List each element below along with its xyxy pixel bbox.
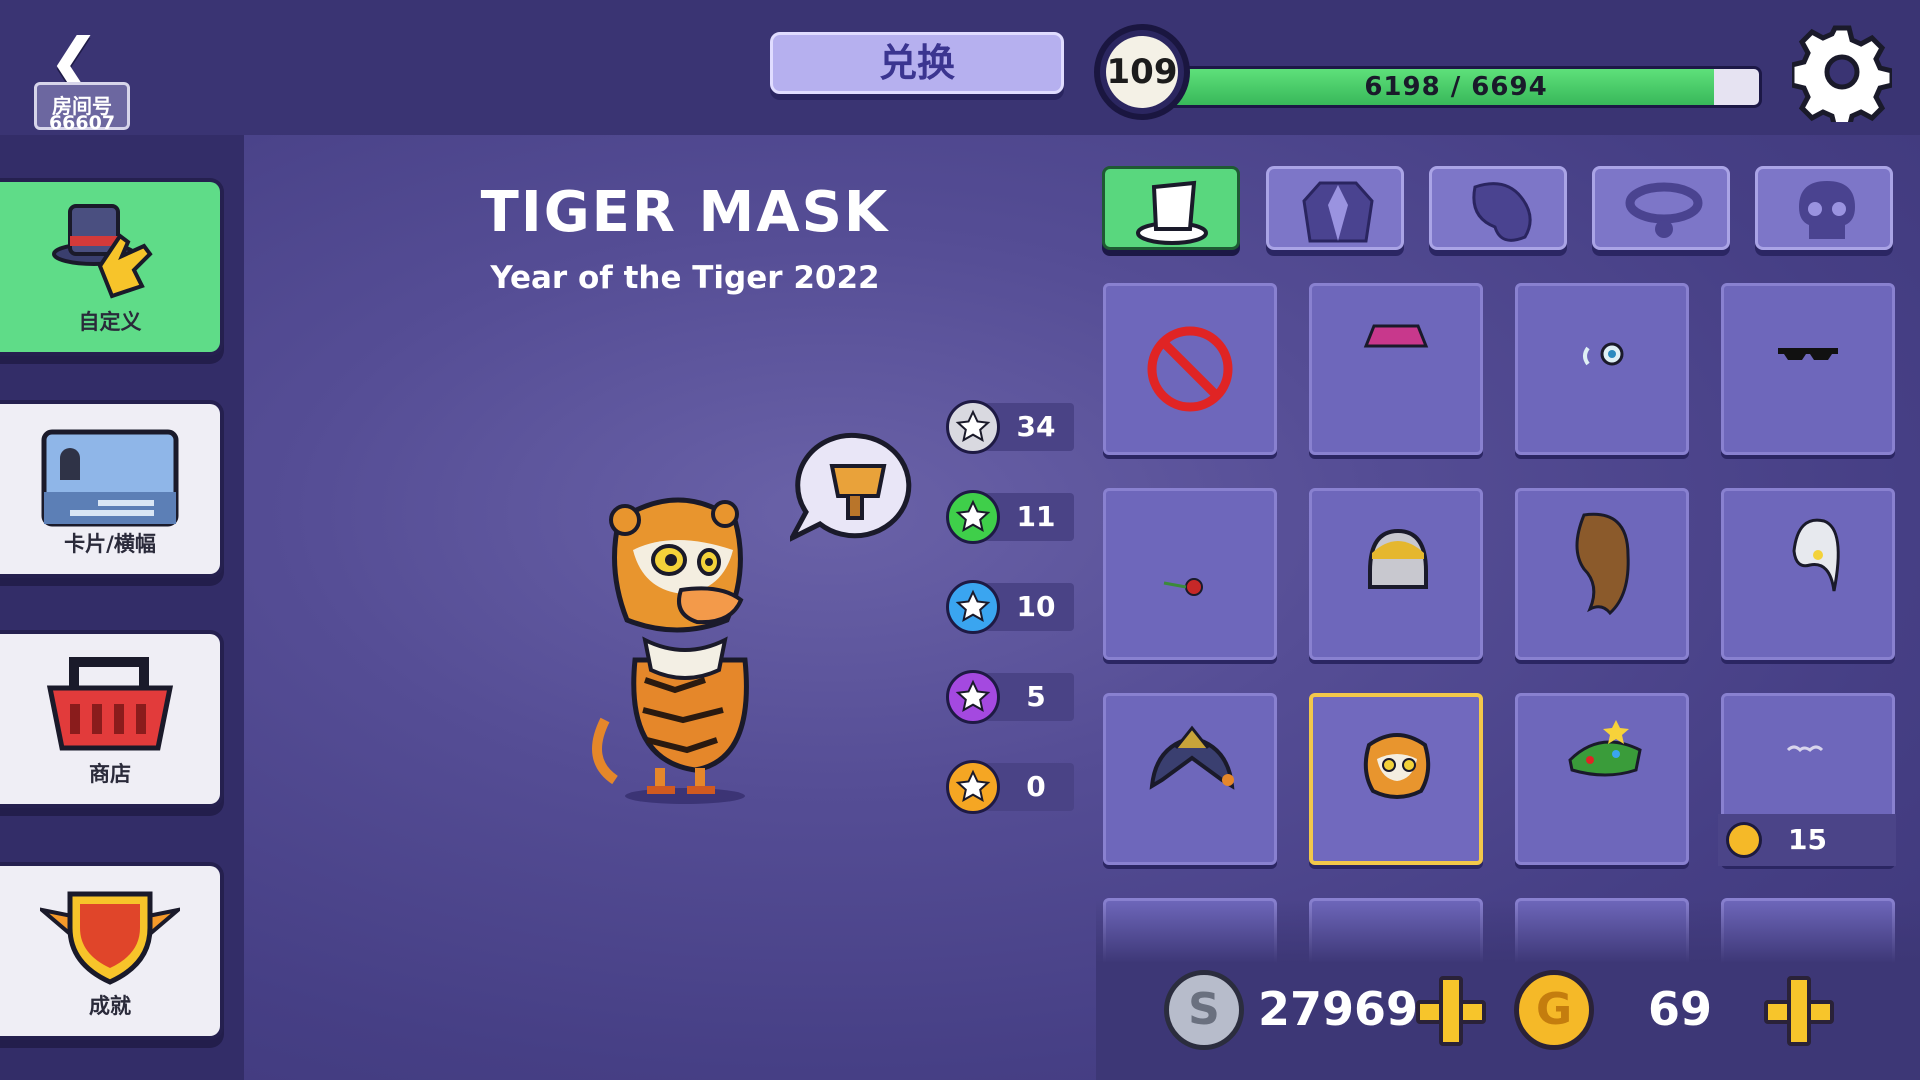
gold-coin-icon (1726, 822, 1762, 858)
top-hat-icon (1136, 180, 1208, 245)
xp-bar: 6198 / 6694 (1150, 66, 1762, 108)
tab-masks[interactable] (1755, 166, 1893, 250)
star-count: 0 (1026, 770, 1046, 803)
brown-hair-icon (1575, 512, 1630, 616)
star-count: 10 (1016, 590, 1056, 623)
duck-character-tiger-mask (592, 497, 749, 804)
star-icon (946, 490, 1000, 544)
sidebar-item-label: 卡片/横幅 (64, 532, 156, 556)
id-card-icon (41, 429, 179, 527)
sunglasses-icon (1778, 348, 1838, 360)
star-currency-blue: 10 (946, 580, 1074, 634)
sidebar-item-achievements[interactable]: 成就 (0, 862, 224, 1040)
grid-item-white-hair[interactable] (1721, 488, 1895, 660)
item-subtitle: Year of the Tiger 2022 (490, 260, 880, 296)
star-glyph-icon (955, 769, 991, 802)
xp-text: 6198 / 6694 (1364, 72, 1548, 102)
star-glyph-icon (955, 589, 991, 622)
sidebar-item-label: 商店 (89, 762, 131, 786)
plus-icon (1439, 976, 1463, 1046)
jacket-icon (1302, 181, 1374, 243)
gold-coin-symbol: G (1535, 984, 1573, 1035)
star-glyph-icon (955, 409, 991, 442)
gold-coin-icon: G (1514, 970, 1594, 1050)
hair-icon (1472, 182, 1532, 242)
grid-item-none[interactable] (1103, 283, 1277, 455)
grid-item-crown-headpiece[interactable] (1103, 693, 1277, 865)
price-value: 15 (1788, 823, 1827, 856)
grid-item-sunglasses[interactable] (1721, 283, 1895, 455)
grid-item-tiger-mask[interactable] (1309, 693, 1483, 865)
settings-button[interactable] (1789, 22, 1895, 131)
sidebar-item-customize[interactable]: 自定义 (0, 178, 224, 356)
level-number: 109 (1106, 36, 1178, 108)
grid-item-eyes[interactable] (1515, 283, 1689, 455)
rose-icon (1163, 578, 1203, 596)
eyes-icon (1583, 342, 1624, 366)
tab-hats[interactable] (1102, 166, 1240, 250)
star-icon (946, 580, 1000, 634)
star-icon (946, 400, 1000, 454)
tab-collars[interactable] (1592, 166, 1730, 250)
tiger-mask-icon (1363, 733, 1431, 799)
star-icon (946, 760, 1000, 814)
grid-item-helmet[interactable] (1309, 488, 1483, 660)
skull-icon (1799, 181, 1855, 239)
collar-icon (1625, 182, 1703, 238)
room-id: 66607 (48, 112, 116, 134)
white-hair-icon (1792, 518, 1840, 592)
crown-headpiece-icon (1149, 725, 1235, 790)
sidebar-item-shop[interactable]: 商店 (0, 630, 224, 808)
star-glyph-icon (955, 679, 991, 712)
bucket-hat-icon (1363, 324, 1429, 348)
star-currency-purple: 5 (946, 670, 1074, 724)
add-gold-button[interactable] (1764, 976, 1834, 1046)
sidebar-item-label: 成就 (89, 994, 131, 1018)
silver-coin-symbol: S (1188, 984, 1220, 1035)
winged-badge-icon (40, 891, 180, 985)
grid-item-bucket-hat[interactable] (1309, 283, 1483, 455)
level-badge: 109 (1094, 24, 1190, 120)
gear-icon (1789, 25, 1895, 131)
star-glyph-icon (955, 499, 991, 532)
star-currency-orange: 0 (946, 760, 1074, 814)
sidebar-item-label: 自定义 (78, 310, 142, 334)
add-silver-button[interactable] (1416, 976, 1486, 1046)
plus-icon (1787, 976, 1811, 1046)
redeem-button[interactable]: 兑换 (770, 32, 1064, 94)
star-count: 11 (1016, 500, 1056, 533)
shopping-basket-icon (46, 657, 174, 751)
star-count: 34 (1016, 410, 1056, 443)
tab-outfits[interactable] (1266, 166, 1404, 250)
grid-item-christmas-tree-hat[interactable] (1515, 693, 1689, 865)
gold-balance: 69 (1648, 982, 1713, 1036)
star-currency-white: 34 (946, 400, 1074, 454)
hat-glove-icon (52, 204, 153, 299)
grid-item-brown-hair[interactable] (1515, 488, 1689, 660)
christmas-tree-hat-icon (1568, 720, 1642, 777)
star-currency-green: 11 (946, 490, 1074, 544)
none-icon (1147, 326, 1233, 412)
star-icon (946, 670, 1000, 724)
grid-item-rose[interactable] (1103, 488, 1277, 660)
item-title: TIGER MASK (480, 180, 890, 245)
emote-bubble-icon[interactable] (790, 432, 920, 552)
tab-hair[interactable] (1429, 166, 1567, 250)
item-price: 15 (1718, 814, 1896, 866)
silver-coin-icon: S (1164, 970, 1244, 1050)
star-count: 5 (1026, 680, 1046, 713)
silver-balance: 27969 (1258, 982, 1419, 1036)
sidebar-item-cards-banners[interactable]: 卡片/横幅 (0, 400, 224, 578)
helmet-icon (1368, 528, 1428, 589)
